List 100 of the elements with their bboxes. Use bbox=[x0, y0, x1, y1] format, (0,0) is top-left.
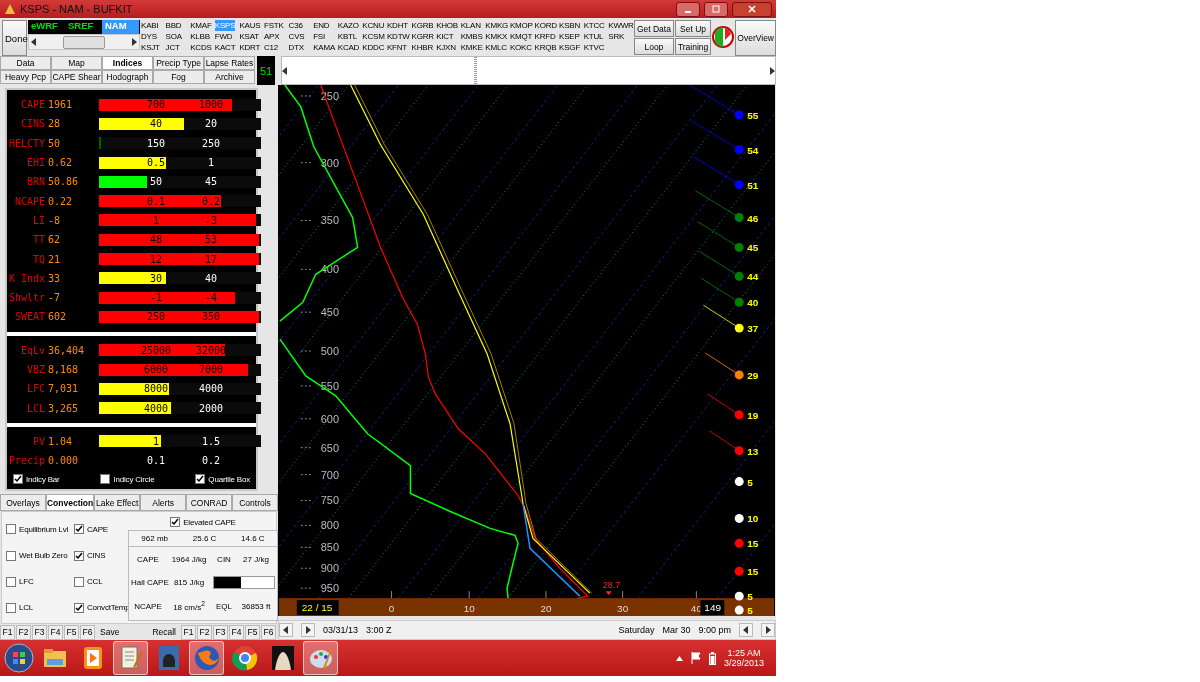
station-item[interactable]: KMOP bbox=[509, 20, 533, 31]
station-item[interactable]: KTCC bbox=[583, 20, 605, 31]
station-item[interactable]: KAZO bbox=[337, 20, 359, 31]
close-button[interactable] bbox=[732, 1, 772, 17]
station-item[interactable]: SOA bbox=[165, 31, 182, 42]
station-item[interactable]: C36 bbox=[288, 20, 303, 31]
function-key[interactable]: F3 bbox=[32, 624, 47, 640]
station-item[interactable]: KAUS bbox=[239, 20, 261, 31]
checkbox[interactable] bbox=[100, 474, 111, 485]
station-item[interactable]: FSTK bbox=[263, 20, 284, 31]
recall-button[interactable]: Recall bbox=[148, 624, 180, 640]
station-item[interactable]: KLAN bbox=[460, 20, 481, 31]
station-item[interactable]: KTUL bbox=[583, 31, 604, 42]
flag-icon[interactable] bbox=[690, 652, 701, 664]
minimize-button[interactable] bbox=[676, 1, 700, 17]
station-item[interactable]: DTX bbox=[288, 42, 304, 53]
station-item[interactable]: KMLC bbox=[485, 42, 507, 53]
function-key[interactable]: F5 bbox=[245, 624, 260, 640]
start-button-icon[interactable] bbox=[4, 643, 34, 673]
station-item[interactable]: SRK bbox=[608, 31, 625, 42]
checkbox[interactable] bbox=[6, 576, 16, 587]
function-key[interactable]: F6 bbox=[80, 624, 95, 640]
view-tab[interactable]: Hodograph bbox=[102, 70, 153, 84]
station-item[interactable]: KDTW bbox=[386, 31, 410, 42]
station-item[interactable]: KCAD bbox=[337, 42, 360, 53]
function-key[interactable]: F4 bbox=[48, 624, 63, 640]
done-button[interactable]: Done bbox=[2, 20, 27, 56]
view-tab[interactable]: Indices bbox=[102, 56, 153, 70]
station-item[interactable]: JCT bbox=[165, 42, 180, 53]
station-item[interactable]: KBTL bbox=[337, 31, 357, 42]
next-button[interactable] bbox=[761, 623, 775, 638]
view-tab[interactable]: Heavy Pcp bbox=[0, 70, 51, 84]
checkbox[interactable] bbox=[74, 602, 84, 613]
station-item[interactable]: DYS bbox=[141, 31, 157, 42]
station-item[interactable]: KHBR bbox=[411, 42, 433, 53]
station-item[interactable]: KMKX bbox=[485, 31, 508, 42]
function-key[interactable]: F1 bbox=[0, 624, 15, 640]
station-item[interactable]: KDDC bbox=[362, 42, 385, 53]
clock-date[interactable]: 3/29/2013 bbox=[723, 658, 764, 668]
maximize-button[interactable] bbox=[704, 1, 728, 17]
station-item[interactable]: KRQB bbox=[534, 42, 557, 53]
station-item[interactable]: KLBB bbox=[190, 31, 210, 42]
panel-tab[interactable]: Overlays bbox=[0, 494, 46, 512]
function-key[interactable]: F3 bbox=[213, 624, 228, 640]
previous-button[interactable] bbox=[279, 623, 293, 638]
function-key[interactable]: F4 bbox=[229, 624, 244, 640]
station-item[interactable]: KRFD bbox=[534, 31, 556, 42]
station-item[interactable]: KDRT bbox=[239, 42, 261, 53]
panel-tab[interactable]: Controls bbox=[232, 494, 278, 512]
scrollbar[interactable] bbox=[28, 34, 140, 50]
station-item[interactable]: KMQT bbox=[509, 31, 533, 42]
checkbox[interactable] bbox=[74, 524, 84, 535]
function-key[interactable]: F2 bbox=[197, 624, 212, 640]
toolbar-button[interactable]: Loop bbox=[633, 38, 674, 55]
view-tab[interactable]: Archive bbox=[204, 70, 255, 84]
view-tab[interactable]: CAPE Shear bbox=[51, 70, 102, 84]
function-key[interactable]: F1 bbox=[181, 624, 196, 640]
station-item[interactable]: KMKE bbox=[460, 42, 483, 53]
station-item[interactable]: FSI bbox=[313, 31, 325, 42]
panel-tab[interactable]: Convection bbox=[45, 494, 95, 512]
previous-button[interactable] bbox=[739, 623, 753, 638]
checkbox[interactable] bbox=[13, 474, 23, 485]
function-key[interactable]: F5 bbox=[64, 624, 79, 640]
slider-grip[interactable] bbox=[474, 57, 478, 84]
save-button[interactable]: Save bbox=[96, 624, 124, 640]
toolbar-button[interactable]: Get Data bbox=[633, 20, 674, 37]
time-slider[interactable] bbox=[281, 56, 776, 85]
station-item[interactable]: FWD bbox=[214, 31, 233, 42]
view-tab[interactable]: Precip Type bbox=[153, 56, 204, 70]
station-item[interactable]: KSBN bbox=[559, 20, 581, 31]
station-item[interactable]: BBD bbox=[165, 20, 182, 31]
checkbox[interactable] bbox=[195, 474, 206, 485]
station-item[interactable]: KCDS bbox=[190, 42, 212, 53]
station-item[interactable]: KMAF bbox=[190, 20, 212, 31]
show-hidden-icons-icon[interactable] bbox=[675, 655, 683, 661]
toolbar-button[interactable]: Training bbox=[674, 38, 712, 55]
station-item[interactable]: KWWR bbox=[608, 20, 634, 31]
station-item[interactable]: KGRR bbox=[411, 31, 434, 42]
station-item[interactable]: APX bbox=[263, 31, 280, 42]
station-item[interactable]: END bbox=[313, 20, 330, 31]
model-item[interactable]: eWRF bbox=[28, 20, 65, 34]
station-item[interactable]: KICT bbox=[436, 31, 454, 42]
dome-device-icon[interactable] bbox=[157, 645, 180, 671]
station-item[interactable]: KSAT bbox=[239, 31, 259, 42]
checkbox[interactable] bbox=[6, 550, 16, 561]
station-item[interactable]: KHOB bbox=[436, 20, 458, 31]
station-item[interactable]: KSGF bbox=[559, 42, 581, 53]
media-player-icon[interactable] bbox=[81, 646, 104, 670]
panel-tab[interactable]: Lake Effect bbox=[94, 494, 141, 512]
overview-button[interactable]: OverView bbox=[735, 20, 776, 56]
station-item[interactable]: KDHT bbox=[386, 20, 408, 31]
panel-tab[interactable]: Alerts bbox=[140, 494, 187, 512]
model-item[interactable]: SREF bbox=[65, 20, 102, 34]
toolbar-button[interactable]: Set Up bbox=[674, 20, 712, 37]
station-item[interactable]: KOKC bbox=[509, 42, 532, 53]
checkbox[interactable] bbox=[170, 517, 181, 528]
station-item[interactable]: KCSM bbox=[362, 31, 385, 42]
station-item[interactable]: KSEP bbox=[559, 31, 580, 42]
battery-icon[interactable] bbox=[708, 651, 716, 665]
checkbox[interactable] bbox=[6, 524, 16, 535]
